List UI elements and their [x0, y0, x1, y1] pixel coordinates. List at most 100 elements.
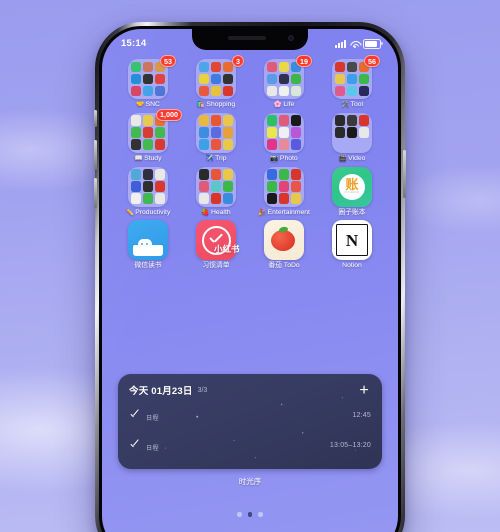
label-productivity: ✏️ Productivity [125, 208, 171, 216]
folder-icon-photo[interactable] [264, 112, 304, 153]
power-button[interactable] [403, 150, 406, 198]
xiaohongshu-watermark: 小红书 [214, 244, 240, 255]
label-snc: 🤝 SNC [136, 101, 160, 109]
app-notion[interactable]: N Notion [322, 220, 382, 270]
event-time: 12:45 [352, 412, 371, 419]
app-row-3: ✏️ Productivity 🍓 Health 🎉 Entertainment… [118, 166, 382, 217]
front-camera-icon [288, 35, 294, 41]
wifi-icon [350, 40, 360, 49]
widget-task-count: 3/3 [197, 386, 208, 394]
label-quanzi-ledger: 圈子账本 [338, 208, 366, 216]
label-wechat-reading: 微信读书 [134, 262, 162, 270]
volume-down-button[interactable] [94, 178, 97, 208]
handshake-icon: 🤝 [136, 101, 145, 109]
tomato-todo-icon[interactable] [264, 220, 304, 261]
quanzi-subglyph: JIZHANG [344, 191, 360, 195]
event-tag: 日程 [146, 444, 159, 452]
label-entertainment: 🎉 Entertainment [258, 208, 310, 216]
widget-event-row[interactable]: 日程 12:45 [118, 404, 382, 427]
label-photo: 📷 Photo [270, 154, 298, 162]
check-icon[interactable] [129, 440, 140, 451]
app-row-2: 1,000 📖 Study ✈️ Trip 📷 Photo 🎬 Video [118, 108, 382, 163]
page-indicator[interactable] [102, 512, 398, 517]
wechat-reading-icon[interactable] [128, 220, 168, 261]
app-row-1: 53 🤝 SNC 3 🛍️ Shopping 19 🌸 Life 56 🛠️ T… [118, 55, 382, 109]
widget-name-label: 时光序 [238, 477, 262, 486]
badge-study: 1,000 [156, 108, 182, 121]
folder-entertainment[interactable]: 🎉 Entertainment [254, 166, 314, 217]
widget-date-title: 今天 01月23日 [129, 386, 193, 397]
pencil-icon: ✏️ [125, 208, 134, 216]
badge-life: 19 [296, 55, 312, 67]
folder-snc[interactable]: 53 🤝 SNC [118, 55, 178, 109]
label-notion: Notion [342, 262, 362, 270]
folder-icon-entertainment[interactable] [264, 166, 304, 207]
page-dot-1[interactable] [237, 512, 242, 517]
widget-header: 今天 01月23日 3/3 + [118, 374, 382, 398]
folder-trip[interactable]: ✈️ Trip [186, 112, 246, 163]
label-trip: ✈️ Trip [205, 154, 227, 162]
earpiece-speaker [227, 36, 266, 40]
folder-study[interactable]: 1,000 📖 Study [118, 108, 182, 163]
notion-glyph: N [345, 230, 359, 250]
folder-productivity[interactable]: ✏️ Productivity [118, 166, 178, 217]
app-wechat-reading[interactable]: 微信读书 [118, 220, 178, 270]
shopping-bag-icon: 🛍️ [196, 101, 205, 109]
folder-shopping[interactable]: 3 🛍️ Shopping [186, 55, 246, 109]
app-habit-list[interactable]: 小红书 习惯清单 [186, 220, 246, 270]
notch [192, 29, 308, 50]
folder-life[interactable]: 19 🌸 Life [254, 55, 314, 109]
tools-icon: 🛠️ [340, 101, 350, 109]
add-task-button[interactable]: + [357, 382, 371, 398]
book-icon: 📖 [134, 154, 143, 162]
airplane-icon: ✈️ [205, 154, 214, 162]
page-dot-2-active[interactable] [247, 512, 253, 517]
event-tag: 日程 [146, 414, 159, 422]
screenshot-root: 15:14 53 🤝 SNC 3 🛍️ Shopping 19 🌸 Life 5… [0, 0, 500, 532]
volume-up-button[interactable] [94, 140, 97, 170]
status-bar-time: 15:14 [121, 38, 147, 49]
folder-icon-health[interactable] [196, 166, 236, 207]
folder-photo[interactable]: 📷 Photo [254, 112, 314, 163]
folder-video[interactable]: 🎬 Video [322, 112, 382, 163]
page-dot-3[interactable] [258, 512, 263, 517]
folder-health[interactable]: 🍓 Health [186, 166, 246, 217]
mute-switch[interactable] [94, 110, 97, 127]
folder-icon-productivity[interactable] [128, 166, 168, 207]
notion-icon[interactable]: N [332, 220, 372, 261]
badge-shopping: 3 [232, 55, 244, 67]
label-tomato-todo: 番茄 ToDo [268, 262, 300, 270]
shiguangxu-widget[interactable]: 今天 01月23日 3/3 + 日程 12:45 日程 13:05–13:20 [118, 374, 382, 469]
folder-icon-shopping[interactable] [196, 59, 236, 99]
label-study: 📖 Study [134, 154, 162, 162]
check-icon[interactable] [129, 410, 140, 421]
label-tool: 🛠️ Tool [340, 101, 364, 109]
label-habit-list: 习惯清单 [202, 262, 230, 270]
quanzi-ledger-icon[interactable]: 账 JIZHANG [332, 166, 372, 207]
status-bar-indicators [335, 38, 383, 49]
folder-icon-video[interactable] [332, 112, 372, 153]
badge-snc: 53 [160, 55, 176, 67]
folder-tool[interactable]: 56 🛠️ Tool [322, 55, 382, 109]
quanzi-glyph: 账 [345, 177, 359, 193]
battery-icon [363, 38, 383, 49]
app-quanzi-ledger[interactable]: 账 JIZHANG 圈子账本 [322, 166, 382, 217]
flower-icon: 🌸 [273, 101, 282, 109]
iphone-device: 15:14 53 🤝 SNC 3 🛍️ Shopping 19 🌸 Life 5… [94, 22, 406, 532]
widget-event-row[interactable]: 日程 13:05–13:20 [118, 434, 382, 457]
widget-event-text: 日程 [146, 437, 324, 455]
widget-event-text: 日程 [146, 407, 346, 425]
app-tomato-todo[interactable]: 番茄 ToDo [254, 220, 314, 270]
strawberry-icon: 🍓 [201, 208, 210, 216]
cellular-signal-icon [335, 40, 346, 48]
device-bezel: 15:14 53 🤝 SNC 3 🛍️ Shopping 19 🌸 Life 5… [99, 26, 401, 532]
event-time: 13:05–13:20 [329, 442, 371, 449]
app-grid: 53 🤝 SNC 3 🛍️ Shopping 19 🌸 Life 56 🛠️ T… [102, 55, 398, 274]
clapperboard-icon: 🎬 [338, 154, 347, 162]
party-popper-icon: 🎉 [258, 208, 267, 216]
label-shopping: 🛍️ Shopping [196, 101, 236, 109]
app-row-4: 微信读书 小红书 习惯清单 番茄 ToDo N Notion [118, 220, 382, 270]
folder-icon-trip[interactable] [196, 112, 236, 153]
badge-tool: 56 [364, 55, 380, 67]
label-life: 🌸 Life [273, 101, 295, 109]
